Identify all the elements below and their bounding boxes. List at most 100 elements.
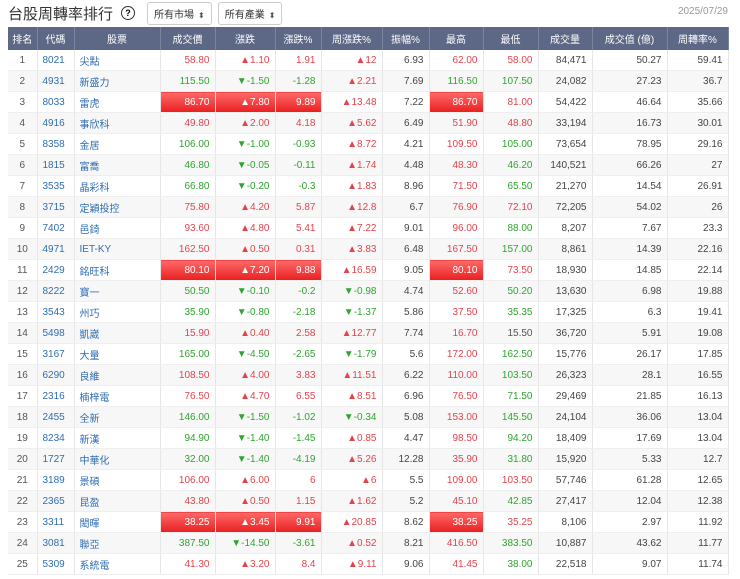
column-header[interactable]: 振幅% [382, 27, 430, 50]
cell-stock-name[interactable]: 定穎投控 [74, 196, 161, 218]
column-header[interactable]: 周轉率% [667, 27, 729, 50]
column-header[interactable]: 漲跌 [215, 27, 276, 50]
cell-stock-code[interactable]: 3715 [37, 196, 75, 218]
table-row[interactable]: 20 1727 中華化 32.00 ▼-1.40 -4.19 ▲5.26 12.28 35.90… [8, 448, 729, 470]
cell-stock-code[interactable]: 5309 [37, 553, 75, 575]
cell-stock-name[interactable]: 尖點 [74, 50, 161, 71]
industry-select[interactable]: 所有產業 ⬍ [217, 1, 283, 25]
cell-price: 165.00 [160, 343, 216, 365]
cell-stock-code[interactable]: 3311 [37, 511, 75, 533]
column-header[interactable]: 排名 [8, 27, 38, 50]
cell-stock-code[interactable]: 2316 [37, 385, 75, 407]
cell-stock-code[interactable]: 3167 [37, 343, 75, 365]
cell-stock-name[interactable]: 全新 [74, 406, 161, 428]
table-row[interactable]: 4 4916 事欣科 49.80 ▲2.00 4.18 ▲5.62 6.49 51.90 48.8… [8, 112, 729, 134]
cell-stock-code[interactable]: 8358 [37, 133, 75, 155]
table-row[interactable]: 11 2429 銘旺科 80.10 ▲7.20 9.88 ▲16.59 9.05 80.10 73… [8, 259, 729, 281]
cell-stock-name[interactable]: 聯亞 [74, 532, 161, 554]
table-row[interactable]: 8 3715 定穎投控 75.80 ▲4.20 5.87 ▲12.8 6.7 76.90 72.1… [8, 196, 729, 218]
table-row[interactable]: 9 7402 邑錡 93.60 ▲4.80 5.41 ▲7.22 9.01 96.00 88.00… [8, 217, 729, 239]
table-row[interactable]: 17 2316 楠梓電 76.50 ▲4.70 6.55 ▲8.51 6.96 76.50 71.… [8, 385, 729, 407]
cell-stock-name[interactable]: 新漢 [74, 427, 161, 449]
table-row[interactable]: 10 4971 IET-KY 162.50 ▲0.50 0.31 ▲3.83 6.48 167.… [8, 238, 729, 260]
column-header[interactable]: 代碼 [37, 27, 75, 50]
cell-stock-name[interactable]: IET-KY [74, 238, 161, 260]
table-row[interactable]: 5 8358 金居 106.00 ▼-1.00 -0.93 ▲8.72 4.21 109.50 1… [8, 133, 729, 155]
table-row[interactable]: 25 5309 系統電 41.30 ▲3.20 8.4 ▲9.11 9.06 41.45 38.0… [8, 553, 729, 575]
cell-stock-name[interactable]: 系統電 [74, 553, 161, 575]
help-icon[interactable]: ? [121, 6, 136, 20]
cell-stock-code[interactable]: 4931 [37, 70, 75, 92]
cell-stock-code[interactable]: 4971 [37, 238, 75, 260]
cell-stock-code[interactable]: 1815 [37, 154, 75, 176]
cell-amplitude-pct: 5.6 [382, 343, 430, 365]
cell-stock-name[interactable]: 邑錡 [74, 217, 161, 239]
cell-turnover-rate: 12.65 [667, 469, 729, 491]
cell-stock-code[interactable]: 2429 [37, 259, 75, 281]
cell-change: ▼-0.10 [215, 280, 276, 302]
table-row[interactable]: 3 8033 雷虎 86.70 ▲7.80 9.89 ▲13.48 7.22 86.70 81.0… [8, 91, 729, 113]
column-header[interactable]: 成交量 [538, 27, 593, 50]
cell-turnover-rate: 19.41 [667, 301, 729, 323]
cell-stock-name[interactable]: 中華化 [74, 448, 161, 470]
table-row[interactable]: 12 8222 寶一 50.50 ▼-0.10 -0.2 ▼-0.98 4.74 52.60 50… [8, 280, 729, 302]
cell-stock-code[interactable]: 3189 [37, 469, 75, 491]
cell-stock-name[interactable]: 閎暉 [74, 511, 161, 533]
cell-stock-name[interactable]: 楠梓電 [74, 385, 161, 407]
cell-turnover-rate: 19.88 [667, 280, 729, 302]
column-header[interactable]: 股票 [74, 27, 161, 50]
table-row[interactable]: 7 3535 晶彩科 66.80 ▼-0.20 -0.3 ▲1.83 8.96 71.50 65.… [8, 175, 729, 197]
table-row[interactable]: 23 3311 閎暉 38.25 ▲3.45 9.91 ▲20.85 8.62 38.25 35.… [8, 511, 729, 533]
cell-stock-code[interactable]: 8234 [37, 427, 75, 449]
table-row[interactable]: 6 1815 富喬 46.80 ▼-0.05 -0.11 ▲1.74 4.48 48.30 46.… [8, 154, 729, 176]
cell-stock-name[interactable]: 銘旺科 [74, 259, 161, 281]
table-row[interactable]: 13 3543 州巧 35.90 ▼-0.80 -2.18 ▼-1.37 5.86 37.50 3… [8, 301, 729, 323]
cell-stock-name[interactable]: 寶一 [74, 280, 161, 302]
cell-stock-name[interactable]: 凱崴 [74, 322, 161, 344]
cell-stock-name[interactable]: 金居 [74, 133, 161, 155]
cell-stock-name[interactable]: 昆盈 [74, 490, 161, 512]
table-row[interactable]: 18 2455 全新 146.00 ▼-1.50 -1.02 ▼-0.34 5.08 153.0… [8, 406, 729, 428]
market-select[interactable]: 所有市場 ⬍ [147, 1, 212, 25]
cell-stock-code[interactable]: 3081 [37, 532, 75, 554]
cell-low: 73.50 [483, 259, 539, 281]
column-header[interactable]: 漲跌% [275, 27, 322, 50]
column-header[interactable]: 成交價 [160, 27, 216, 50]
cell-stock-name[interactable]: 事欣科 [74, 112, 161, 134]
cell-stock-name[interactable]: 良維 [74, 364, 161, 386]
table-row[interactable]: 21 3189 景碩 106.00 ▲6.00 6 ▲6 5.5 109.00 103.50 57,… [8, 469, 729, 491]
table-row[interactable]: 16 6290 良維 108.50 ▲4.00 3.83 ▲11.51 6.22 110.00 1… [8, 364, 729, 386]
cell-stock-code[interactable]: 3535 [37, 175, 75, 197]
cell-stock-code[interactable]: 5498 [37, 322, 75, 344]
table-row[interactable]: 19 8234 新漢 94.90 ▼-1.40 -1.45 ▲0.85 4.47 98.50 94… [8, 427, 729, 449]
cell-stock-code[interactable]: 3543 [37, 301, 75, 323]
table-row[interactable]: 15 3167 大量 165.00 ▼-4.50 -2.65 ▼-1.79 5.6 172.00… [8, 343, 729, 365]
cell-stock-code[interactable]: 1727 [37, 448, 75, 470]
cell-stock-name[interactable]: 晶彩科 [74, 175, 161, 197]
cell-stock-name[interactable]: 景碩 [74, 469, 161, 491]
cell-stock-name[interactable]: 大量 [74, 343, 161, 365]
column-header[interactable]: 成交值 (億) [592, 27, 668, 50]
cell-stock-code[interactable]: 6290 [37, 364, 75, 386]
cell-turnover-value: 2.97 [592, 511, 668, 533]
cell-stock-code[interactable]: 8033 [37, 91, 75, 113]
table-row[interactable]: 14 5498 凱崴 15.90 ▲0.40 2.58 ▲12.77 7.74 16.70 15.… [8, 322, 729, 344]
cell-stock-code[interactable]: 8222 [37, 280, 75, 302]
cell-stock-code[interactable]: 4916 [37, 112, 75, 134]
column-header[interactable]: 最低 [483, 27, 539, 50]
cell-price: 387.50 [160, 532, 216, 554]
cell-stock-code[interactable]: 7402 [37, 217, 75, 239]
cell-stock-name[interactable]: 新盛力 [74, 70, 161, 92]
table-row[interactable]: 24 3081 聯亞 387.50 ▼-14.50 -3.61 ▲0.52 8.21 416.5… [8, 532, 729, 554]
column-header[interactable]: 最高 [429, 27, 484, 50]
cell-stock-name[interactable]: 雷虎 [74, 91, 161, 113]
table-row[interactable]: 22 2365 昆盈 43.80 ▲0.50 1.15 ▲1.62 5.2 45.10 42.85… [8, 490, 729, 512]
cell-stock-code[interactable]: 2455 [37, 406, 75, 428]
cell-stock-name[interactable]: 州巧 [74, 301, 161, 323]
column-header[interactable]: 周漲跌% [321, 27, 383, 50]
table-row[interactable]: 1 8021 尖點 58.80 ▲1.10 1.91 ▲12 6.93 62.00 58.00 84… [8, 50, 729, 71]
cell-stock-name[interactable]: 富喬 [74, 154, 161, 176]
cell-stock-code[interactable]: 2365 [37, 490, 75, 512]
table-row[interactable]: 2 4931 新盛力 115.50 ▼-1.50 -1.28 ▲2.21 7.69 116.50… [8, 70, 729, 92]
cell-stock-code[interactable]: 8021 [37, 50, 75, 71]
